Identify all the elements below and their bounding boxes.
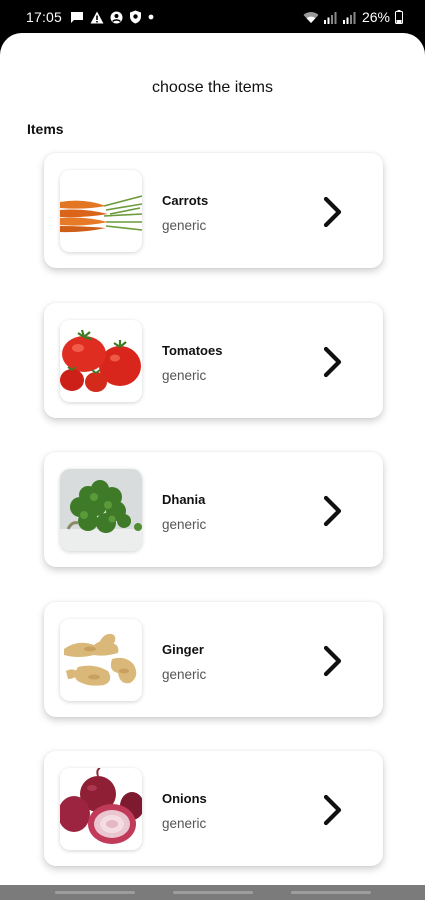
nav-home-button[interactable] (173, 891, 253, 894)
chevron-right-icon[interactable] (321, 494, 345, 528)
status-time: 17:05 (26, 9, 63, 25)
signal-icon (342, 11, 357, 24)
chevron-right-icon[interactable] (321, 793, 345, 827)
signal-icon (323, 11, 338, 24)
nav-recents-button[interactable] (55, 891, 135, 894)
dot-icon (148, 14, 154, 20)
chevron-right-icon[interactable] (321, 345, 345, 379)
item-subtitle: generic (162, 667, 207, 682)
item-name: Dhania (162, 492, 206, 507)
item-card-ginger[interactable]: Ginger generic (44, 602, 383, 717)
item-subtitle: generic (162, 517, 207, 532)
item-picker-sheet: choose the items Items Carrots generic T… (0, 33, 425, 885)
sheet-title: choose the items (152, 79, 273, 96)
item-name: Ginger (162, 642, 204, 657)
item-subtitle: generic (162, 368, 207, 383)
item-card-dhania[interactable]: Dhania generic (44, 452, 383, 567)
onions-image (60, 768, 142, 850)
item-name: Tomatoes (162, 343, 223, 358)
chevron-right-icon[interactable] (321, 644, 345, 678)
ginger-image (60, 619, 142, 701)
tomatoes-image (60, 320, 142, 402)
item-subtitle: generic (162, 816, 207, 831)
warning-icon (90, 11, 104, 24)
battery-icon (395, 10, 403, 24)
item-card-carrots[interactable]: Carrots generic (44, 153, 383, 268)
item-subtitle: generic (162, 218, 207, 233)
status-right: 26% (303, 9, 403, 25)
navigation-bar (0, 885, 425, 900)
status-bar: 17:05 26% (0, 0, 425, 34)
chevron-right-icon[interactable] (321, 195, 345, 229)
item-name: Carrots (162, 193, 209, 208)
circle-badge-icon (110, 11, 123, 24)
item-card-tomatoes[interactable]: Tomatoes generic (44, 303, 383, 418)
item-card-onions[interactable]: Onions generic (44, 751, 383, 866)
status-left: 17:05 (26, 9, 154, 25)
message-icon (70, 11, 84, 24)
wifi-icon (303, 11, 319, 24)
shield-icon (129, 10, 142, 24)
nav-back-button[interactable] (291, 891, 371, 894)
dhania-image (60, 469, 142, 551)
battery-percent: 26% (361, 9, 390, 25)
section-label: Items (27, 121, 64, 137)
item-name: Onions (162, 791, 207, 806)
carrots-image (60, 170, 142, 252)
